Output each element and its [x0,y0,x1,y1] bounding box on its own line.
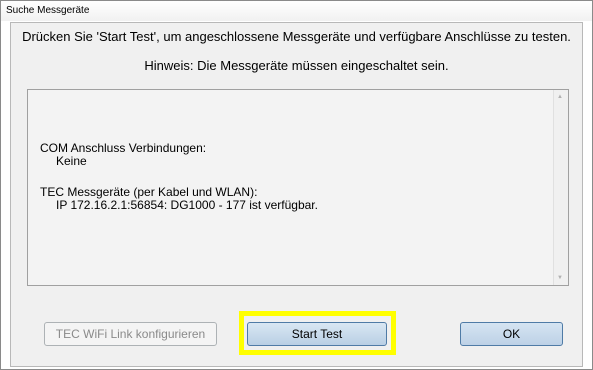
scroll-down-icon[interactable]: ▼ [557,275,563,281]
configure-wifi-link-button[interactable]: TEC WiFi Link konfigurieren [44,322,217,346]
title-bar[interactable]: Suche Messgeräte [1,1,592,21]
com-heading: COM Anschluss Verbindungen: [40,141,207,155]
window-title: Suche Messgeräte [6,5,90,16]
ok-button[interactable]: OK [460,322,563,346]
scroll-up-icon[interactable]: ▲ [557,94,563,100]
start-test-button[interactable]: Start Test [247,322,387,346]
com-value: Keine [56,154,87,168]
vertical-scrollbar[interactable]: ▲ ▼ [553,90,568,285]
dialog-window: Suche Messgeräte Drücken Sie 'Start Test… [0,0,593,370]
tec-heading: TEC Messgeräte (per Kabel und WLAN): [40,185,258,199]
results-output-box[interactable]: ▲ ▼ COM Anschluss Verbindungen: Keine TE… [27,89,569,286]
instruction-text: Drücken Sie 'Start Test', um angeschloss… [22,29,571,44]
tec-device-status: IP 172.16.2.1:56854: DG1000 - 177 ist ve… [56,198,318,212]
hint-text: Hinweis: Die Messgeräte müssen eingescha… [144,58,449,73]
